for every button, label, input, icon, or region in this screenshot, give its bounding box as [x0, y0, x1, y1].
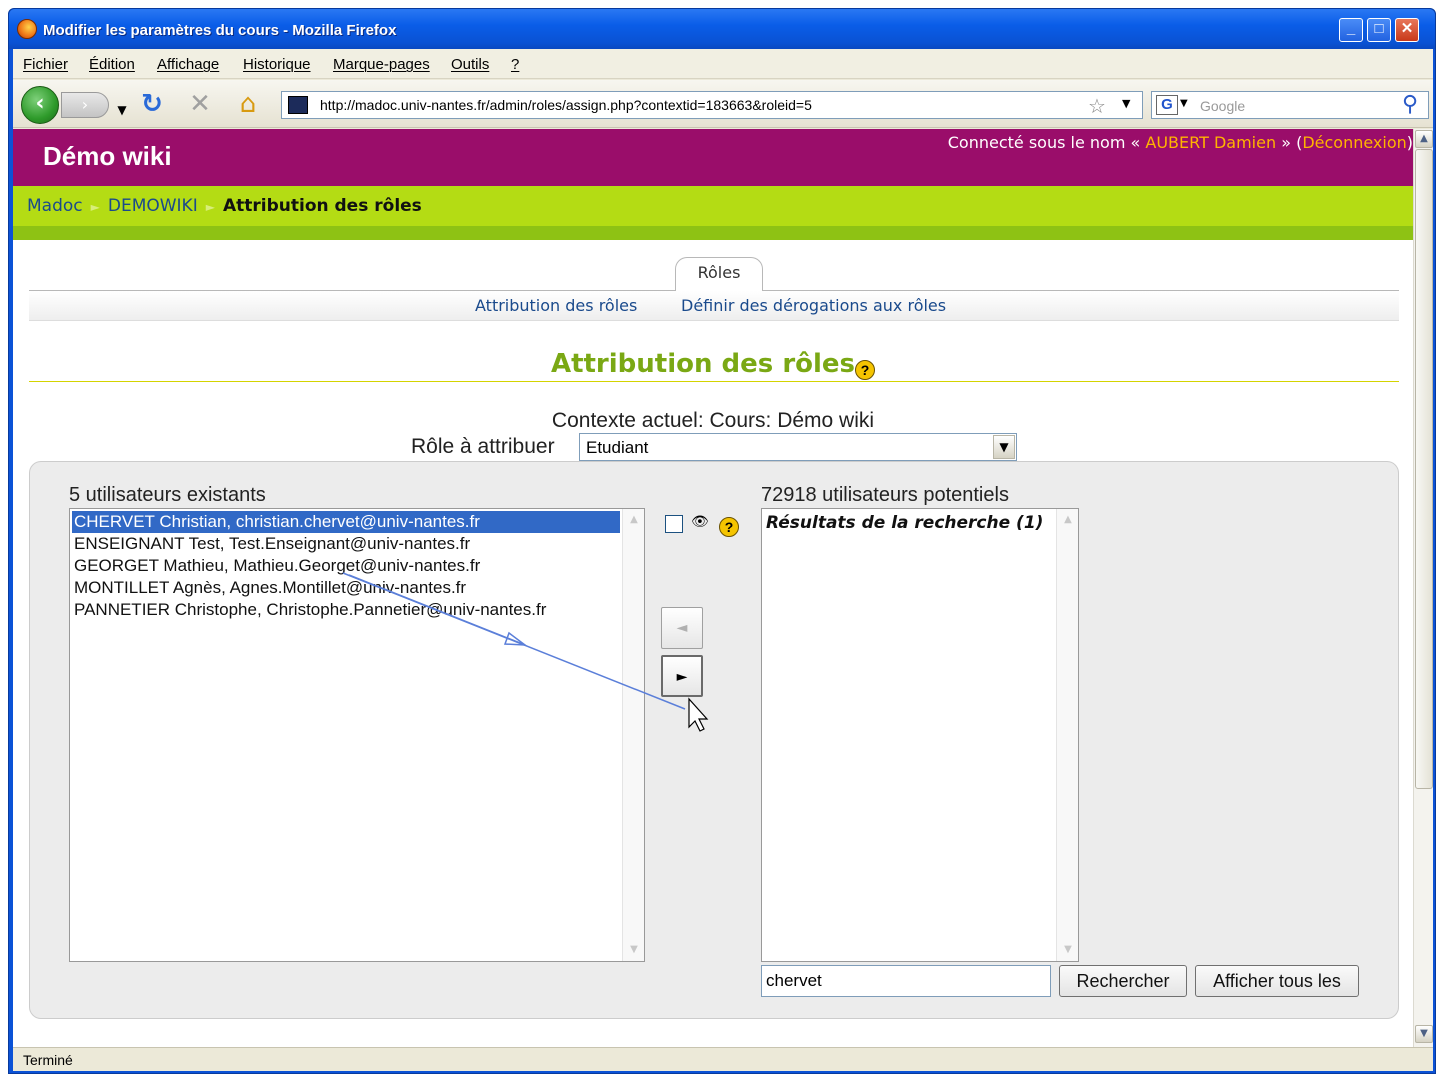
breadcrumb-madoc[interactable]: Madoc	[27, 196, 83, 216]
scroll-down-icon[interactable]: ▼	[625, 941, 643, 959]
menu-help[interactable]: ?	[511, 56, 519, 73]
back-button[interactable]: ‹	[21, 86, 59, 124]
status-text: Terminé	[23, 1052, 73, 1068]
magnifier-icon[interactable]: ⚲	[1402, 92, 1418, 117]
url-dropdown-icon[interactable]: ▼	[1122, 97, 1130, 110]
existing-users-title: 5 utilisateurs existants	[69, 484, 266, 506]
browser-window: Modifier les paramètres du cours - Mozil…	[8, 8, 1436, 1074]
forward-button[interactable]: ›	[61, 92, 109, 118]
google-engine-icon[interactable]: G	[1156, 95, 1178, 115]
browser-client: Fichier Édition Affichage Historique Mar…	[13, 49, 1433, 1071]
status-bar: Terminé	[13, 1047, 1433, 1071]
menu-historique[interactable]: Historique	[243, 56, 311, 73]
menu-fichier[interactable]: Fichier	[23, 56, 68, 73]
subtab-role-overrides[interactable]: Définir des dérogations aux rôles	[681, 296, 946, 315]
add-user-button[interactable]: ►	[661, 655, 703, 697]
menu-affichage[interactable]: Affichage	[157, 56, 219, 73]
login-mid: » (	[1281, 133, 1303, 152]
role-select[interactable]: Etudiant ▼	[579, 433, 1017, 461]
subtab-assign-roles[interactable]: Attribution des rôles	[475, 296, 637, 315]
stop-icon[interactable]: ✕	[185, 90, 215, 118]
site-favicon-icon	[288, 96, 308, 114]
menu-bar: Fichier Édition Affichage Historique Mar…	[13, 49, 1433, 79]
header-stripe	[13, 226, 1413, 240]
potential-users-title: 72918 utilisateurs potentiels	[761, 484, 1009, 506]
url-bar[interactable]: http://madoc.univ-nantes.fr/admin/roles/…	[281, 91, 1143, 119]
breadcrumb-separator-icon: ►	[205, 200, 215, 214]
help-icon[interactable]: ?	[855, 360, 876, 380]
login-prefix: Connecté sous le nom «	[947, 133, 1141, 152]
breadcrumb-separator-icon: ►	[90, 200, 100, 214]
search-results-group: Résultats de la recherche (1)	[766, 513, 1044, 533]
firefox-icon	[17, 19, 37, 39]
navigation-toolbar: ‹ › ▼ ↻ ✕ ⌂ http://madoc.univ-nantes.fr/…	[13, 80, 1433, 128]
menu-marque-pages[interactable]: Marque-pages	[333, 56, 430, 73]
potential-users-list[interactable]: Résultats de la recherche (1) ▲ ▼	[761, 508, 1079, 962]
existing-list-scrollbar[interactable]: ▲ ▼	[622, 509, 644, 961]
breadcrumb-bar: Madoc ► DEMOWIKI ► Attribution des rôles	[13, 186, 1413, 226]
list-item[interactable]: CHERVET Christian, christian.chervet@uni…	[72, 511, 620, 533]
web-search-box[interactable]: G ▼ Google ⚲	[1151, 91, 1429, 119]
site-header: Démo wiki Connecté sous le nom « AUBERT …	[13, 129, 1413, 186]
existing-users-list[interactable]: CHERVET Christian, christian.chervet@uni…	[69, 508, 645, 962]
role-select-value: Etudiant	[586, 438, 649, 457]
page-heading: Attribution des rôles?	[13, 349, 1413, 380]
help-icon[interactable]: ?	[719, 517, 739, 537]
url-text: http://madoc.univ-nantes.fr/admin/roles/…	[320, 97, 812, 113]
site-title: Démo wiki	[43, 141, 172, 171]
engine-dropdown-icon[interactable]: ▼	[1180, 98, 1188, 109]
scroll-up-icon[interactable]: ▲	[1059, 511, 1077, 529]
scroll-up-icon[interactable]: ▲	[625, 511, 643, 529]
user-link[interactable]: AUBERT Damien	[1145, 133, 1276, 152]
bookmark-star-icon[interactable]: ☆	[1088, 94, 1106, 118]
scroll-down-icon[interactable]: ▼	[1059, 941, 1077, 959]
menu-edition[interactable]: Édition	[89, 56, 135, 73]
list-item[interactable]: PANNETIER Christophe, Christophe.Panneti…	[72, 599, 620, 621]
history-dropdown-icon[interactable]: ▼	[107, 96, 137, 124]
login-info: Connecté sous le nom « AUBERT Damien » (…	[948, 133, 1413, 152]
menu-outils[interactable]: Outils	[451, 56, 489, 73]
title-bar: Modifier les paramètres du cours - Mozil…	[9, 9, 1435, 49]
reload-icon[interactable]: ↻	[137, 90, 167, 118]
page-title: Attribution des rôles	[550, 349, 856, 379]
search-button[interactable]: Rechercher	[1059, 965, 1187, 997]
list-item[interactable]: GEORGET Mathieu, Mathieu.Georget@univ-na…	[72, 555, 620, 577]
window-title: Modifier les paramètres du cours - Mozil…	[43, 22, 397, 39]
close-button[interactable]: ✕	[1395, 18, 1419, 42]
potential-list-scrollbar[interactable]: ▲ ▼	[1056, 509, 1078, 961]
breadcrumb-current: Attribution des rôles	[222, 196, 422, 216]
heading-divider	[29, 381, 1399, 382]
eye-icon: 👁	[691, 514, 709, 530]
home-icon[interactable]: ⌂	[233, 90, 263, 118]
chevron-down-icon[interactable]: ▼	[993, 435, 1015, 459]
page-scrollbar[interactable]: ▲ ▼	[1413, 129, 1433, 1047]
list-item[interactable]: MONTILLET Agnès, Agnes.Montillet@univ-na…	[72, 577, 620, 599]
scroll-up-icon[interactable]: ▲	[1415, 130, 1433, 148]
search-placeholder: Google	[1200, 98, 1246, 114]
logout-link[interactable]: Déconnexion	[1302, 133, 1406, 152]
role-label: Rôle à attribuer	[411, 435, 555, 458]
list-item[interactable]: ENSEIGNANT Test, Test.Enseignant@univ-na…	[72, 533, 620, 555]
scroll-thumb[interactable]	[1415, 149, 1433, 789]
maximize-button[interactable]: □	[1367, 18, 1391, 42]
show-all-button[interactable]: Afficher tous les	[1195, 965, 1359, 997]
current-context: Contexte actuel: Cours: Démo wiki	[551, 409, 875, 432]
minimize-button[interactable]: _	[1339, 18, 1363, 42]
scroll-down-icon[interactable]: ▼	[1415, 1025, 1433, 1043]
user-search-input[interactable]	[761, 965, 1051, 997]
tab-roles[interactable]: Rôles	[675, 257, 763, 291]
page-viewport: Démo wiki Connecté sous le nom « AUBERT …	[13, 129, 1413, 1047]
remove-user-button[interactable]: ◄	[661, 607, 703, 649]
subtab-bar: Attribution des rôles Définir des déroga…	[29, 291, 1399, 321]
breadcrumb-demowiki[interactable]: DEMOWIKI	[108, 196, 198, 216]
breadcrumb: Madoc ► DEMOWIKI ► Attribution des rôles	[27, 196, 422, 216]
keep-selected-checkbox[interactable]	[665, 515, 683, 533]
